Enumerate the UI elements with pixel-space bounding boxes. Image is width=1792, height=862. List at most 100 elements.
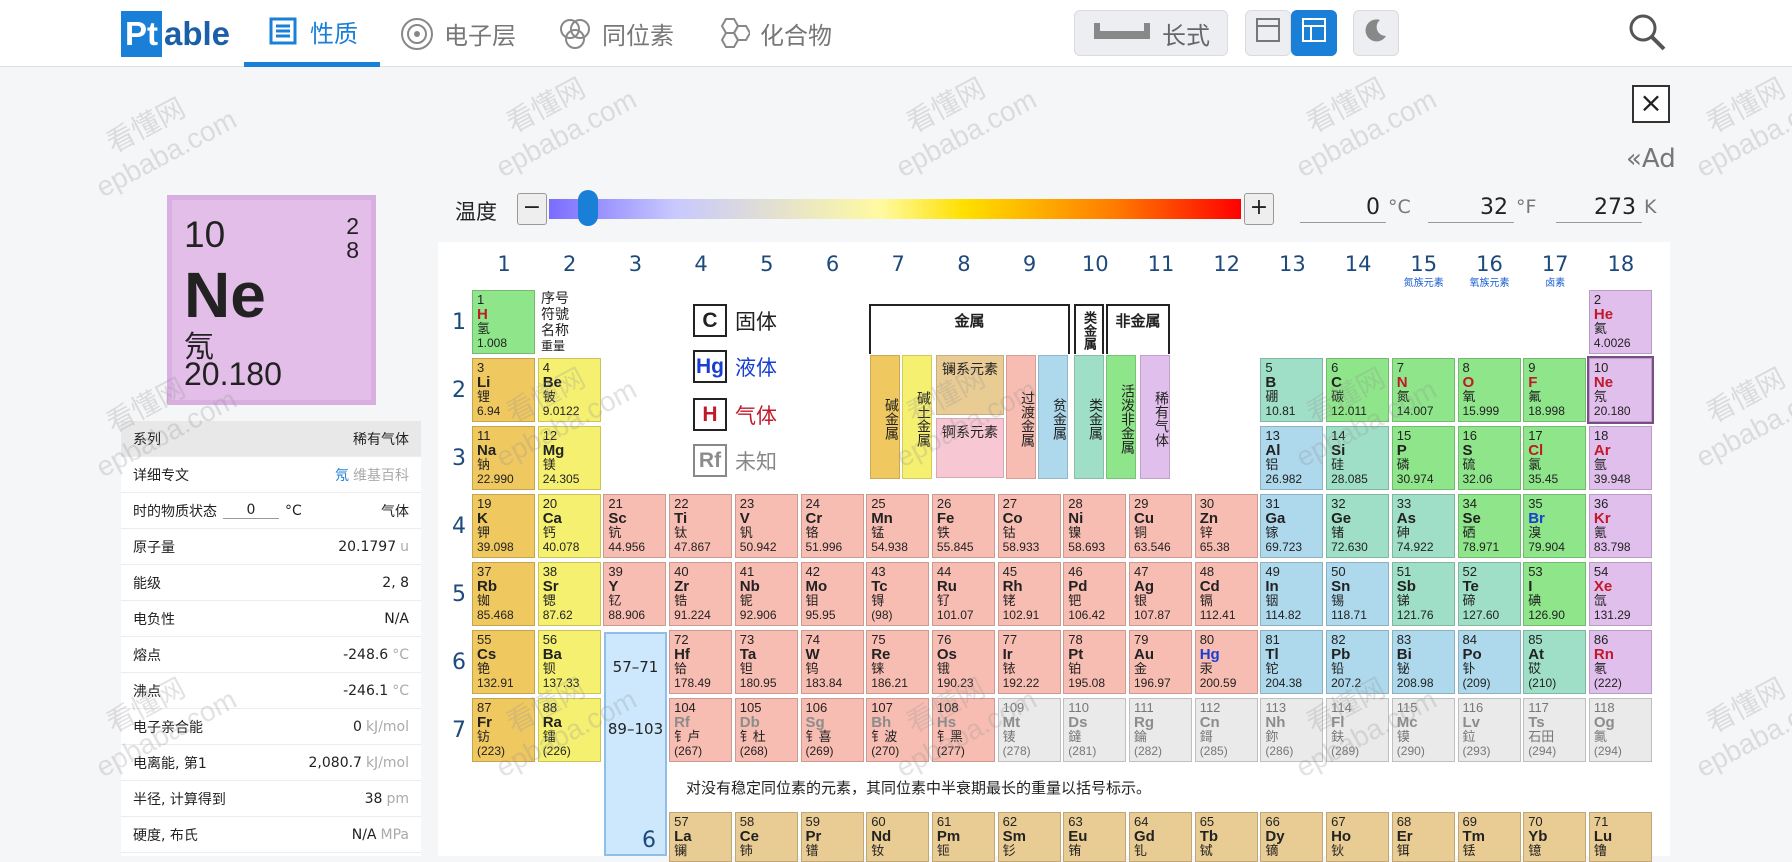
layout-toggle-button[interactable]: 长式 — [1074, 10, 1228, 56]
element-cell-be[interactable]: 4 Be 铍 9.0122 — [537, 358, 601, 422]
element-cell-hs[interactable]: 108 Hs 钅黑 (277) — [931, 698, 995, 762]
group-header[interactable]: 3 — [603, 252, 667, 276]
element-cell-al[interactable]: 13 Al 铝 26.982 — [1260, 426, 1324, 490]
element-cell-eu[interactable]: 63 Eu 铕 — [1063, 812, 1127, 862]
element-cell-pb[interactable]: 82 Pb 铅 207.2 — [1326, 630, 1390, 694]
period-header[interactable]: 1 — [449, 310, 469, 335]
element-cell-sb[interactable]: 51 Sb 锑 121.76 — [1391, 562, 1455, 626]
element-cell-c[interactable]: 6 C 碳 12.011 — [1326, 358, 1390, 422]
element-cell-ir[interactable]: 77 Ir 铱 192.22 — [997, 630, 1061, 694]
period-header[interactable]: 3 — [449, 446, 469, 471]
category-lanthanides[interactable]: 镧系元素 — [936, 355, 1004, 415]
group-header[interactable]: 1 — [472, 252, 536, 276]
element-cell-ar[interactable]: 18 Ar 氩 39.948 — [1588, 426, 1652, 490]
category-reactive-nonmetals[interactable]: 活泼非金属 — [1106, 355, 1136, 479]
element-cell-og[interactable]: 118 Og 鿫 (294) — [1588, 698, 1652, 762]
element-cell-ba[interactable]: 56 Ba 钡 137.33 — [537, 630, 601, 694]
element-cell-sn[interactable]: 50 Sn 锡 118.71 — [1326, 562, 1390, 626]
property-row[interactable]: 熔点 -248.6 °C — [121, 637, 421, 673]
element-cell-h[interactable]: 1 H 氢 1.008 — [472, 290, 535, 354]
tab-electron-shells[interactable]: 电子层 — [400, 0, 516, 67]
element-cell-gd[interactable]: 64 Gd 钆 — [1129, 812, 1192, 862]
element-cell-ce[interactable]: 58 Ce 铈 — [734, 812, 798, 862]
element-cell-tm[interactable]: 69 Tm 铥 — [1457, 812, 1521, 862]
element-cell-cn[interactable]: 112 Cn 鎶 (285) — [1194, 698, 1258, 762]
element-cell-yb[interactable]: 70 Yb 镱 — [1523, 812, 1587, 862]
view-sidebar-button[interactable] — [1291, 10, 1337, 56]
ptable-logo[interactable]: Pt able — [121, 11, 230, 57]
property-row[interactable]: 硬度, 布氏 N/A MPa — [121, 817, 421, 853]
element-cell-ds[interactable]: 110 Ds 鐽 (281) — [1063, 698, 1127, 762]
element-cell-p[interactable]: 15 P 磷 30.974 — [1391, 426, 1455, 490]
dark-mode-button[interactable] — [1353, 10, 1399, 56]
group-header[interactable]: 4 — [669, 252, 733, 276]
element-cell-nh[interactable]: 113 Nh 鉨 (286) — [1260, 698, 1324, 762]
element-cell-po[interactable]: 84 Po 钋 (209) — [1457, 630, 1521, 694]
element-cell-ca[interactable]: 20 Ca 钙 40.078 — [537, 494, 601, 558]
group-header[interactable]: 15 — [1392, 252, 1456, 276]
element-cell-mn[interactable]: 25 Mn 锰 54.938 — [866, 494, 930, 558]
element-cell-fe[interactable]: 26 Fe 铁 55.845 — [931, 494, 995, 558]
element-cell-cs[interactable]: 55 Cs 铯 132.91 — [472, 630, 535, 694]
element-cell-co[interactable]: 27 Co 钴 58.933 — [997, 494, 1061, 558]
category-transition-metals[interactable]: 过渡金属 — [1006, 355, 1036, 479]
element-cell-br[interactable]: 35 Br 溴 79.904 — [1523, 494, 1587, 558]
group-header[interactable]: 7 — [866, 252, 930, 276]
property-row[interactable]: 半径, 计算得到 38 pm — [121, 781, 421, 817]
group-header[interactable]: 18 — [1589, 252, 1653, 276]
category-alkaline-earth[interactable]: 碱土金属 — [902, 355, 932, 479]
element-cell-he[interactable]: 2 He 氦 4.0026 — [1588, 290, 1652, 354]
element-cell-pm[interactable]: 61 Pm 钷 — [931, 812, 995, 862]
search-button[interactable] — [1627, 12, 1667, 52]
element-cell-as[interactable]: 33 As 砷 74.922 — [1391, 494, 1455, 558]
element-cell-tc[interactable]: 43 Tc 锝 (98) — [866, 562, 930, 626]
element-cell-li[interactable]: 3 Li 锂 6.94 — [472, 358, 535, 422]
element-cell-k[interactable]: 19 K 钾 39.098 — [472, 494, 535, 558]
element-cell-re[interactable]: 75 Re 铼 186.21 — [866, 630, 930, 694]
wiki-link[interactable]: 氖 — [335, 468, 349, 484]
close-ad-button[interactable]: × — [1632, 85, 1670, 123]
period-header[interactable]: 6 — [449, 650, 469, 675]
element-cell-i[interactable]: 53 I 碘 126.90 — [1523, 562, 1587, 626]
element-cell-au[interactable]: 79 Au 金 196.97 — [1129, 630, 1192, 694]
element-cell-in[interactable]: 49 In 铟 114.82 — [1260, 562, 1324, 626]
element-cell-cd[interactable]: 48 Cd 镉 112.41 — [1194, 562, 1258, 626]
element-cell-sc[interactable]: 21 Sc 钪 44.956 — [603, 494, 667, 558]
element-cell-lv[interactable]: 116 Lv 鉝 (293) — [1457, 698, 1521, 762]
state-temperature-unit[interactable]: °C — [285, 503, 302, 519]
category-metalloids[interactable]: 类金属 — [1074, 355, 1104, 479]
element-cell-db[interactable]: 105 Db 钅杜 (268) — [734, 698, 798, 762]
period-header[interactable]: 4 — [449, 514, 469, 539]
element-cell-ru[interactable]: 44 Ru 钌 101.07 — [931, 562, 995, 626]
element-cell-rf[interactable]: 104 Rf 钅卢 (267) — [669, 698, 733, 762]
element-cell-ag[interactable]: 47 Ag 银 107.87 — [1129, 562, 1192, 626]
element-cell-ts[interactable]: 117 Ts 石田 (294) — [1523, 698, 1587, 762]
element-cell-si[interactable]: 14 Si 硅 28.085 — [1326, 426, 1390, 490]
element-cell-v[interactable]: 23 V 钒 50.942 — [734, 494, 798, 558]
group-header[interactable]: 8 — [932, 252, 996, 276]
element-cell-pt[interactable]: 78 Pt 铂 195.08 — [1063, 630, 1127, 694]
property-row[interactable]: 详细专文 氖维基百科 — [121, 457, 421, 493]
property-row[interactable]: 电负性 N/A — [121, 601, 421, 637]
element-cell-hf[interactable]: 72 Hf 铪 178.49 — [669, 630, 733, 694]
temperature-increase-button[interactable]: + — [1244, 193, 1274, 225]
group-header[interactable]: 5 — [735, 252, 799, 276]
element-cell-cl[interactable]: 17 Cl 氯 35.45 — [1523, 426, 1587, 490]
element-cell-rb[interactable]: 37 Rb 铷 85.468 — [472, 562, 535, 626]
category-actinides[interactable]: 锕系元素 — [936, 418, 1004, 478]
element-cell-zn[interactable]: 30 Zn 锌 65.38 — [1194, 494, 1258, 558]
element-cell-sm[interactable]: 62 Sm 钐 — [997, 812, 1061, 862]
element-cell-ni[interactable]: 28 Ni 镍 58.693 — [1063, 494, 1127, 558]
element-cell-hg[interactable]: 80 Hg 汞 200.59 — [1194, 630, 1258, 694]
element-cell-os[interactable]: 76 Os 锇 190.23 — [931, 630, 995, 694]
element-cell-mo[interactable]: 42 Mo 钼 95.95 — [800, 562, 864, 626]
property-row[interactable]: 电子亲合能 0 kJ/mol — [121, 709, 421, 745]
element-cell-lu[interactable]: 71 Lu 镥 — [1588, 812, 1652, 862]
element-cell-bh[interactable]: 107 Bh 钅波 (270) — [866, 698, 930, 762]
element-cell-rh[interactable]: 45 Rh 铑 102.91 — [997, 562, 1061, 626]
element-cell-ge[interactable]: 32 Ge 锗 72.630 — [1326, 494, 1390, 558]
element-cell-cr[interactable]: 24 Cr 铬 51.996 — [800, 494, 864, 558]
group-header[interactable]: 12 — [1195, 252, 1259, 276]
element-cell-tl[interactable]: 81 Tl 铊 204.38 — [1260, 630, 1324, 694]
group-header[interactable]: 17 — [1523, 252, 1587, 276]
